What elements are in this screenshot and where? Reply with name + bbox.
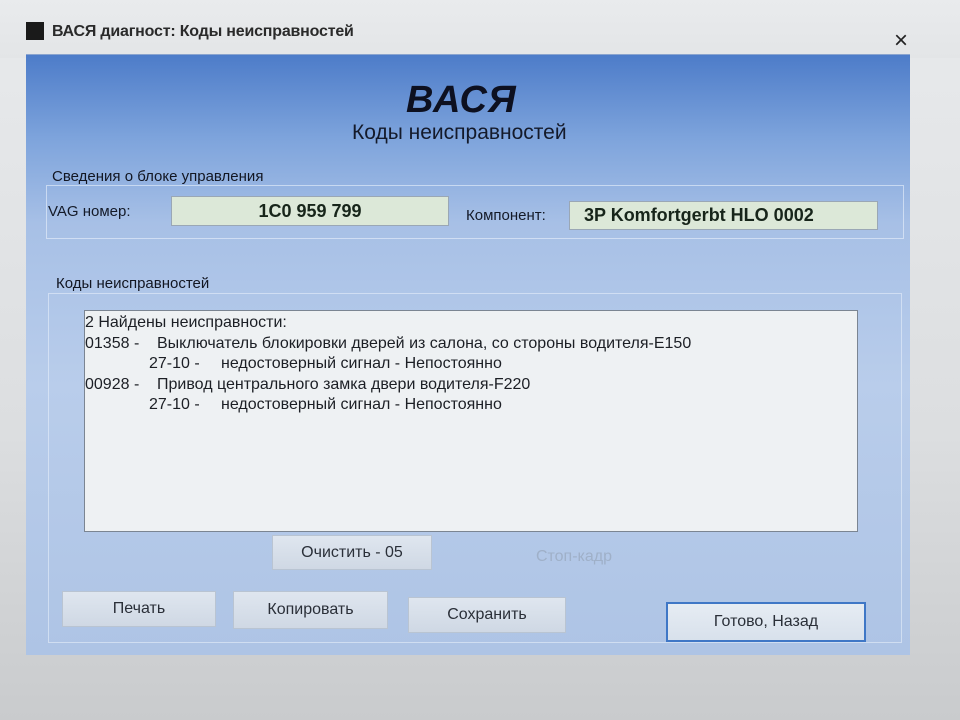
freeze-frame-button[interactable]: Стоп-кадр — [494, 541, 654, 575]
fault-description: Привод центрального замка двери водителя… — [157, 375, 531, 393]
dialog-body: ВАСЯ Коды неисправностей Сведения о блок… — [26, 54, 910, 655]
component-label: Компонент: — [466, 207, 546, 224]
fault-description: Выключатель блокировки дверей из салона,… — [157, 334, 692, 352]
vag-number-label: VAG номер: — [48, 203, 131, 220]
fault-code-row: 00928 - Привод центрального замка двери … — [85, 375, 857, 396]
fault-codes-title: Коды неисправностей — [56, 275, 210, 292]
fault-codes-textarea[interactable]: 2 Найдены неисправности: 01358 - Выключа… — [84, 310, 858, 532]
fault-code: 00928 - — [85, 375, 140, 393]
fault-subcode-row: 27-10 - недостоверный сигнал - Непостоян… — [85, 395, 857, 416]
brand-title: ВАСЯ — [406, 79, 517, 121]
app-icon — [26, 22, 44, 40]
close-button[interactable]: × — [886, 28, 916, 54]
copy-button[interactable]: Копировать — [233, 591, 388, 629]
vag-number-field: 1C0 959 799 — [171, 196, 449, 226]
fault-subcode-description: недостоверный сигнал - Непостоянно — [221, 396, 502, 413]
save-button[interactable]: Сохранить — [408, 597, 566, 633]
fault-subcode: 27-10 - — [149, 396, 200, 413]
page-subtitle: Коды неисправностей — [352, 121, 567, 144]
window-title: ВАСЯ диагност: Коды неисправностей — [52, 23, 354, 40]
fault-subcode: 27-10 - — [149, 355, 200, 372]
screen: ВАСЯ диагност: Коды неисправностей × ВАС… — [0, 0, 960, 720]
fault-code-row: 01358 - Выключатель блокировки дверей из… — [85, 334, 857, 355]
print-button[interactable]: Печать — [62, 591, 216, 627]
fault-subcode-row: 27-10 - недостоверный сигнал - Непостоян… — [85, 354, 857, 375]
title-bar[interactable]: ВАСЯ диагност: Коды неисправностей × — [0, 0, 960, 58]
fault-code: 01358 - — [85, 334, 140, 352]
done-back-button[interactable]: Готово, Назад — [666, 602, 866, 642]
control-unit-info-title: Сведения о блоке управления — [52, 168, 264, 185]
component-field: 3P Komfortgerbt HLO 0002 — [569, 201, 878, 230]
fault-subcode-description: недостоверный сигнал - Непостоянно — [221, 355, 502, 372]
clear-codes-button[interactable]: Очистить - 05 — [272, 535, 432, 570]
faults-summary: 2 Найдены неисправности: — [85, 314, 287, 331]
